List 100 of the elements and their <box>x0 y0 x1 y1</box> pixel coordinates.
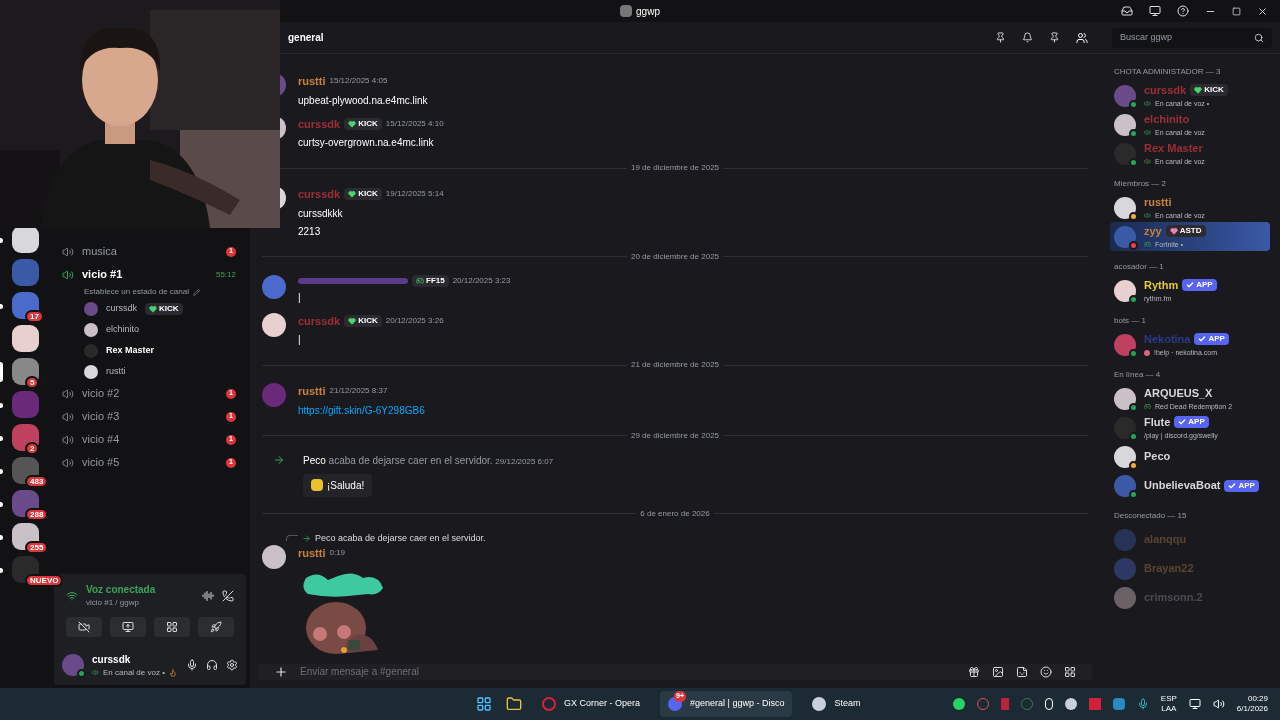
timestamp: 0:19 <box>329 547 346 560</box>
gamepad-icon <box>1144 403 1151 411</box>
channel-name: musica <box>82 244 118 260</box>
user-status: En canal de voz • <box>103 666 165 679</box>
screen-share-icon <box>122 621 134 633</box>
maximize-icon[interactable] <box>1232 6 1241 16</box>
taskbar-app[interactable]: GX Corner - Opera <box>534 691 649 717</box>
avatar <box>262 383 286 407</box>
wave-button[interactable]: ¡Saluda! <box>303 473 373 497</box>
keyboard-language[interactable]: LAA <box>1161 704 1177 714</box>
channel-name: vicio #3 <box>82 409 121 425</box>
activities-button[interactable] <box>154 617 190 637</box>
reply-preview[interactable]: Peco acaba de dejarse caer en el servidor. <box>315 531 486 545</box>
voice-user[interactable]: curssdk KICK <box>84 298 240 319</box>
avatar <box>1114 445 1136 468</box>
member-row[interactable]: Peco <box>1114 442 1266 471</box>
member-name: Peco <box>1144 449 1171 465</box>
speaker-icon <box>1144 100 1151 108</box>
check-icon <box>1228 481 1237 490</box>
channel-name: vicio #1 <box>82 267 124 283</box>
camera-button[interactable] <box>66 617 102 637</box>
avatar <box>1114 142 1136 165</box>
tray-icon[interactable] <box>1064 698 1077 710</box>
flower-icon <box>1144 349 1150 356</box>
network-icon[interactable] <box>1188 698 1201 710</box>
window-title: ggwp <box>636 4 660 19</box>
taskbar-app[interactable]: Steam <box>804 691 869 717</box>
rocket-icon <box>210 621 222 633</box>
notification-badge: 255 <box>25 541 49 554</box>
server-icon[interactable] <box>11 292 39 319</box>
user-name: Rex Master <box>106 343 155 357</box>
server-icon[interactable] <box>11 226 39 253</box>
message-text: curssdkkk <box>298 206 343 221</box>
server-icon[interactable] <box>11 358 39 385</box>
members-icon[interactable] <box>1076 31 1088 44</box>
unread-indicator <box>0 304 3 309</box>
timestamp: 20/12/2025 3:26 <box>385 314 444 327</box>
search-field[interactable]: Buscar ggwp <box>1112 27 1272 48</box>
inbox-icon[interactable] <box>1121 5 1133 17</box>
tag-text: APP <box>1188 416 1205 429</box>
sticker-icon[interactable] <box>1016 665 1028 678</box>
tag-text: APP <box>1208 333 1225 346</box>
clock-time[interactable]: 00:29 <box>1247 694 1268 704</box>
notification-badge: 5 <box>25 376 40 389</box>
pin-icon[interactable] <box>1049 32 1060 43</box>
settings-icon[interactable] <box>226 659 238 671</box>
tag-text: KICK <box>358 314 378 327</box>
volume-icon[interactable] <box>1212 698 1225 710</box>
avatar <box>1114 387 1136 410</box>
clock-date[interactable]: 6/1/2026 <box>1236 704 1268 714</box>
tag-text: FF15 <box>426 274 445 287</box>
gift-icon[interactable] <box>968 665 980 678</box>
voice-user[interactable]: elchinito <box>84 319 240 340</box>
avatar <box>1114 196 1136 219</box>
soundboard-button[interactable] <box>198 617 234 637</box>
user-name: curssdk <box>106 301 137 315</box>
tag-text: ASTD <box>1179 225 1202 238</box>
voice-channel[interactable]: vicio #1 55:12 <box>58 263 240 286</box>
monitor-icon[interactable] <box>1149 5 1161 17</box>
keyboard-language[interactable]: ESP <box>1160 694 1177 704</box>
apps-icon[interactable] <box>1064 665 1076 678</box>
bell-icon[interactable] <box>1022 32 1033 43</box>
unread-indicator <box>0 362 3 382</box>
sound-icon[interactable] <box>202 589 214 602</box>
user-name: elchinito <box>106 322 140 336</box>
member-name: ARQUEUS_X <box>1144 386 1213 401</box>
notification-badge: NUEVO <box>25 574 64 587</box>
disconnect-icon[interactable] <box>222 589 234 602</box>
unread-indicator <box>0 403 3 408</box>
emoji-icon[interactable] <box>1040 665 1052 678</box>
mic-icon[interactable] <box>186 659 198 671</box>
author-name[interactable]: rustti <box>298 545 326 562</box>
author-name[interactable]: rustti <box>298 383 326 400</box>
member-row[interactable]: UnbelievaBoat APP <box>1114 471 1266 500</box>
voice-user[interactable]: rustti <box>84 361 240 382</box>
group-header: Desconectado — 15 <box>1114 510 1188 522</box>
pencil-icon[interactable] <box>192 288 200 296</box>
close-icon[interactable] <box>1257 5 1268 17</box>
plus-icon[interactable] <box>274 664 288 679</box>
member-name: Nekotina <box>1144 332 1191 347</box>
avatar <box>1114 416 1136 439</box>
server-icon[interactable] <box>11 325 39 352</box>
author-name[interactable]: rustti <box>298 73 326 90</box>
notification-badge: 483 <box>25 475 49 488</box>
message-link[interactable]: https://gift.skin/G-6Y298GB6 <box>298 402 425 418</box>
help-icon[interactable] <box>1177 5 1189 17</box>
avatar <box>62 654 84 676</box>
headphones-icon[interactable] <box>206 659 218 671</box>
unread-indicator <box>0 469 3 474</box>
mic-icon[interactable] <box>1136 698 1149 710</box>
member-name: Brayan22 <box>1144 561 1194 577</box>
voice-user[interactable]: Rex Master <box>84 340 240 361</box>
screen-share-button[interactable] <box>110 617 146 637</box>
start-icon[interactable] <box>476 696 492 712</box>
member-name: zyy <box>1144 224 1162 239</box>
folder-icon[interactable] <box>506 696 522 712</box>
message-text: 2213 <box>298 224 321 239</box>
tray-icon[interactable] <box>952 698 965 710</box>
flame-icon <box>168 668 177 677</box>
tag-text: APP <box>1196 279 1213 292</box>
